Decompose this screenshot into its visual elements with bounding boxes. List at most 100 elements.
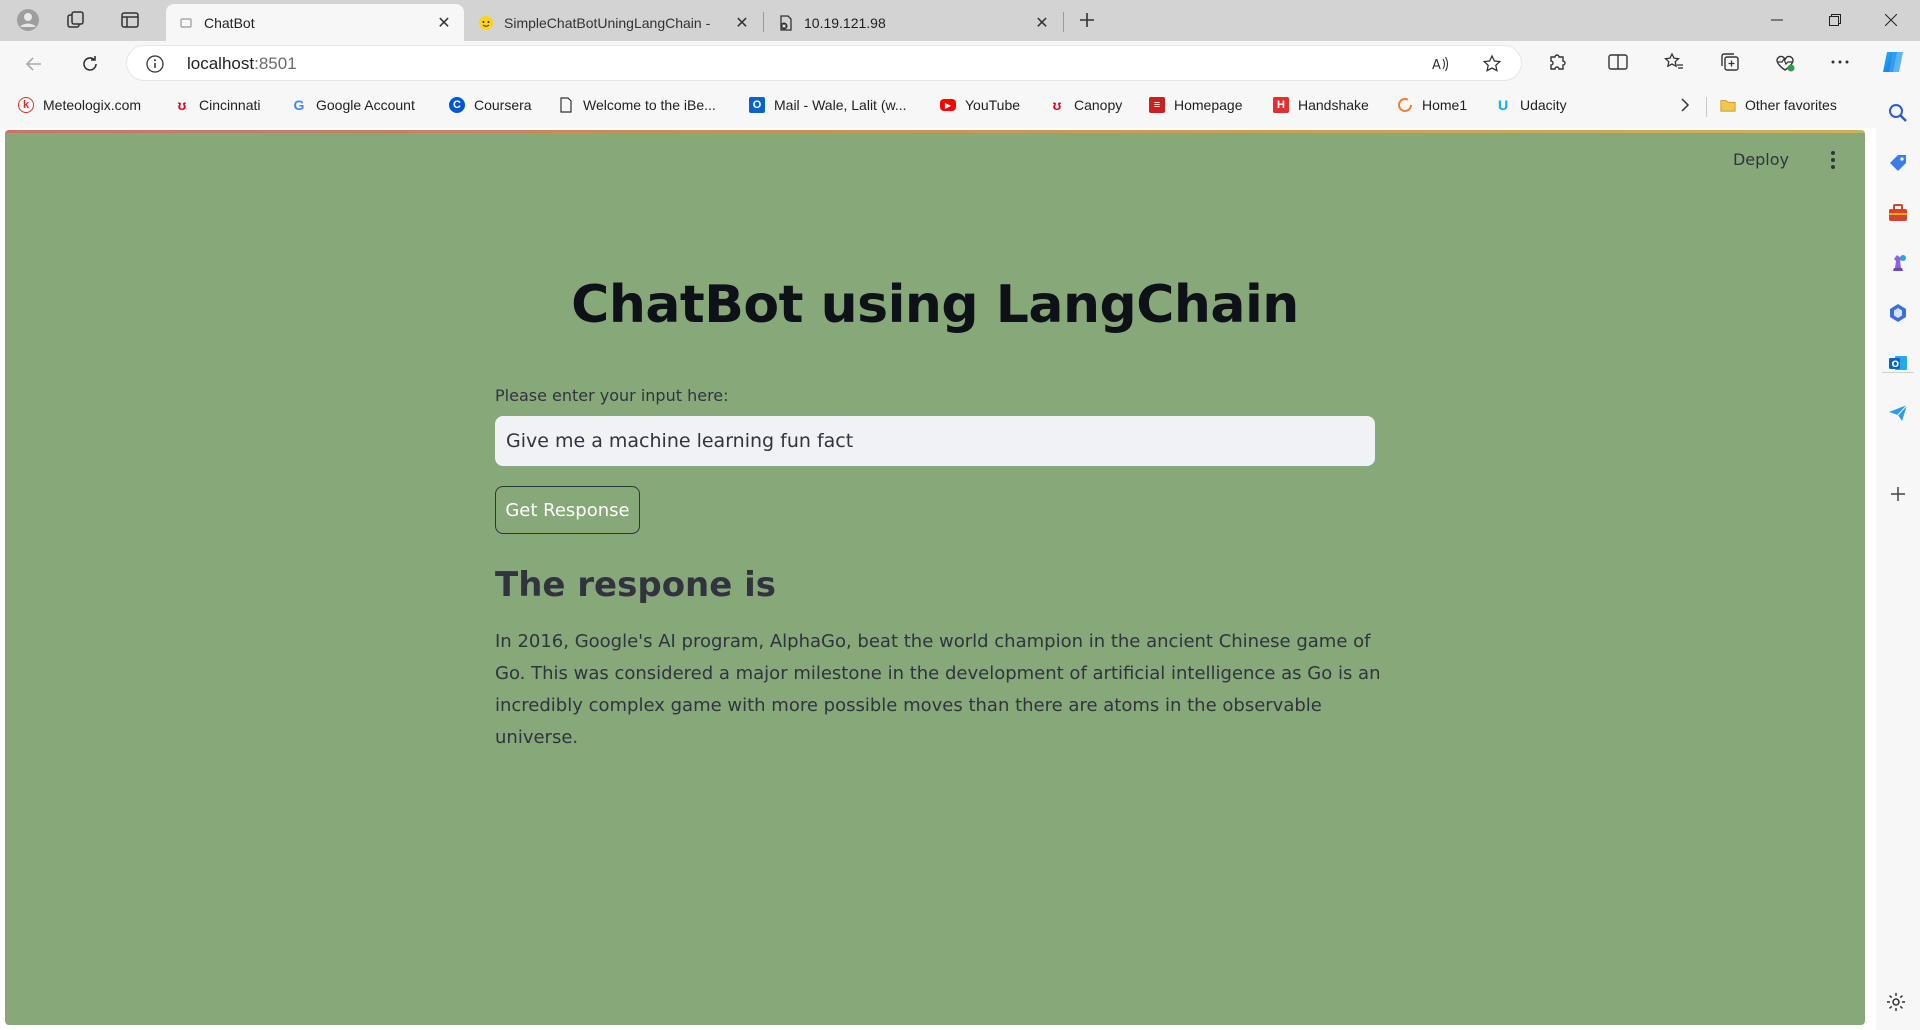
read-aloud-icon[interactable]: A [1429, 53, 1451, 75]
url-text[interactable]: localhost:8501 [187, 54, 297, 74]
handshake-icon: H [1273, 97, 1289, 113]
split-screen-button[interactable] [1604, 48, 1632, 76]
response-heading: The respone is [495, 565, 777, 605]
app-header-decoration [5, 130, 1865, 133]
sidebar-tools-button[interactable] [1886, 201, 1910, 225]
page-icon [558, 97, 574, 113]
url-port: :8501 [254, 54, 297, 73]
favorite-label: Welcome to the iBe... [583, 97, 716, 113]
tab-ip-address[interactable]: 10.19.121.98 ✕ [766, 4, 1062, 41]
minimize-icon [1771, 19, 1783, 21]
tab-title: SimpleChatBotUningLangChain - [504, 14, 711, 31]
close-tab-icon[interactable]: ✕ [430, 9, 458, 37]
sidebar-drop-button[interactable] [1886, 401, 1910, 425]
tab-actions-icon [121, 12, 139, 28]
favorite-label: Canopy [1074, 97, 1123, 113]
sidebar-settings-button[interactable] [1882, 988, 1910, 1016]
input-label: Please enter your input here: [495, 386, 729, 405]
sidebar-m365-button[interactable] [1886, 301, 1910, 325]
favorites-bar: k Meteologix.com ʊ Cincinnati G Google A… [0, 87, 1876, 128]
extensions-button[interactable] [1544, 48, 1572, 76]
tab-huggingface[interactable]: SimpleChatBotUningLangChain - ✕ [466, 4, 762, 41]
favorites-overflow-button[interactable] [1676, 96, 1694, 114]
other-favorites-label: Other favorites [1745, 97, 1837, 113]
address-bar[interactable]: localhost:8501 A [126, 45, 1522, 81]
close-window-button[interactable] [1862, 0, 1920, 40]
sidebar-games-button[interactable] [1886, 251, 1910, 275]
favorite-homepage[interactable]: ≡ Homepage [1149, 97, 1243, 113]
back-button[interactable] [18, 49, 50, 79]
streamlit-page-icon [178, 15, 194, 31]
favorite-star-icon[interactable] [1481, 53, 1503, 75]
collections-button[interactable] [1716, 48, 1744, 76]
favorite-label: Udacity [1520, 97, 1567, 113]
search-icon [1889, 104, 1907, 122]
udacity-icon: U [1497, 97, 1509, 113]
sidebar-search-button[interactable] [1886, 101, 1910, 125]
favorite-label: Google Account [316, 97, 415, 113]
favorite-label: Home1 [1422, 97, 1468, 113]
favorite-label: Meteologix.com [43, 97, 142, 113]
tab-title: 10.19.121.98 [804, 14, 886, 31]
close-tab-icon[interactable]: ✕ [1028, 9, 1056, 37]
profile-avatar[interactable] [12, 6, 44, 34]
uc-icon: ʊ [1052, 97, 1062, 113]
site-info-icon[interactable] [145, 54, 165, 74]
favorite-label: Handshake [1298, 97, 1369, 113]
favorites-divider [1706, 97, 1707, 117]
favorite-google-account[interactable]: G Google Account [291, 97, 415, 113]
outlook-icon: O [749, 97, 765, 113]
response-text: In 2016, Google's AI program, AlphaGo, b… [495, 631, 1381, 748]
svg-text:A: A [1432, 58, 1441, 73]
settings-more-button[interactable] [1826, 48, 1854, 76]
plus-icon [1891, 487, 1905, 501]
coursera-icon: C [449, 97, 465, 113]
copilot-button[interactable] [1877, 46, 1909, 78]
plus-icon [1080, 13, 1094, 27]
other-favorites-folder[interactable]: Other favorites [1720, 97, 1837, 113]
close-tab-icon[interactable]: ✕ [728, 9, 756, 37]
prompt-input[interactable] [495, 416, 1375, 466]
page-title: ChatBot using LangChain [571, 275, 1299, 335]
collections-icon [1721, 53, 1739, 71]
url-host: localhost [187, 54, 255, 73]
favorite-meteologix[interactable]: k Meteologix.com [18, 97, 141, 113]
favorites-button[interactable] [1660, 48, 1688, 76]
refresh-button[interactable] [74, 49, 106, 79]
favorites-list-icon [1663, 52, 1683, 69]
restore-button[interactable] [1806, 0, 1864, 40]
new-tab-button[interactable] [1071, 6, 1103, 34]
google-icon: G [293, 97, 305, 113]
favorite-canopy[interactable]: ʊ Canopy [1049, 97, 1123, 113]
favorite-udacity[interactable]: U Udacity [1495, 97, 1567, 113]
deploy-button[interactable]: Deploy [1733, 150, 1789, 169]
send-plane-icon [1889, 404, 1908, 421]
navigation-bar: localhost:8501 A [0, 41, 1920, 87]
home1-icon [1397, 97, 1413, 113]
puzzle-icon [1550, 54, 1566, 70]
main-menu-button[interactable] [1823, 148, 1843, 172]
favorite-mail[interactable]: O Mail - Wale, Lalit (w... [749, 97, 907, 113]
sidebar-shopping-button[interactable] [1886, 151, 1910, 175]
minimize-button[interactable] [1748, 0, 1806, 40]
gear-icon [1887, 993, 1905, 1011]
restore-icon [1829, 14, 1841, 26]
favorite-coursera[interactable]: C Coursera [449, 97, 532, 113]
tab-chatbot[interactable]: ChatBot ✕ [166, 4, 464, 41]
heart-pulse-icon [1776, 55, 1795, 72]
split-screen-icon [1608, 54, 1628, 70]
sidebar-add-button[interactable] [1886, 482, 1910, 506]
workspaces-button[interactable] [60, 6, 92, 34]
favorite-handshake[interactable]: H Handshake [1273, 97, 1369, 113]
favorite-home1[interactable]: Home1 [1397, 97, 1467, 113]
favorite-label: Mail - Wale, Lalit (w... [774, 97, 907, 113]
favorite-welcome[interactable]: Welcome to the iBe... [558, 97, 716, 113]
tab-divider [763, 12, 764, 32]
vertical-tabs-button[interactable] [114, 6, 146, 34]
browser-essentials-button[interactable] [1771, 48, 1799, 76]
arrow-left-icon [25, 57, 41, 71]
favorite-cincinnati[interactable]: ʊ Cincinnati [174, 97, 261, 113]
get-response-button[interactable]: Get Response [495, 486, 640, 534]
favorite-youtube[interactable]: ▶ YouTube [940, 97, 1020, 113]
shopping-tag-icon [1890, 155, 1906, 171]
